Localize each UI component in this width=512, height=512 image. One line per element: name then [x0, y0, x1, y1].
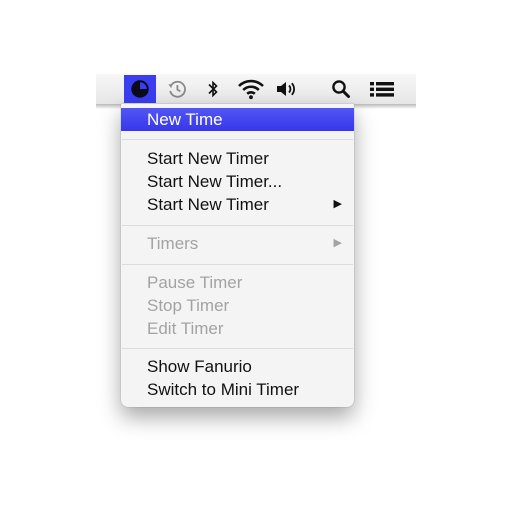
menu-item-label: Stop Timer: [147, 296, 230, 315]
menu-item-show-fanurio[interactable]: Show Fanurio: [121, 355, 354, 378]
menu-separator: [122, 139, 353, 140]
menu-item-label: New Time: [147, 110, 223, 129]
menu-item-start-new-timer-submenu[interactable]: Start New Timer ▶: [121, 193, 354, 216]
fanurio-timer-icon[interactable]: [124, 75, 156, 103]
menu-item-label: Show Fanurio: [147, 357, 252, 376]
menu-item-new-time[interactable]: New Time: [121, 108, 354, 131]
menu-item-start-new-timer[interactable]: Start New Timer: [121, 147, 354, 170]
menu-item-edit-timer[interactable]: Edit Timer: [121, 317, 354, 340]
menu-item-switch-to-mini-timer[interactable]: Switch to Mini Timer: [121, 378, 354, 401]
menu-item-label: Start New Timer: [147, 149, 269, 168]
menu-separator: [122, 264, 353, 265]
wifi-icon[interactable]: [236, 75, 266, 103]
menu-item-label: Edit Timer: [147, 319, 224, 338]
menu-item-pause-timer[interactable]: Pause Timer: [121, 271, 354, 294]
screen: New Time Start New Timer Start New Timer…: [0, 0, 512, 512]
menu-item-label: Start New Timer...: [147, 172, 283, 191]
notification-center-icon[interactable]: [366, 75, 398, 103]
menu-item-label: Switch to Mini Timer: [147, 380, 300, 399]
spotlight-search-icon[interactable]: [330, 75, 352, 103]
fanurio-menu: New Time Start New Timer Start New Timer…: [121, 104, 354, 407]
submenu-arrow-icon: ▶: [333, 198, 342, 210]
menu-item-timers[interactable]: Timers ▶: [121, 232, 354, 255]
menu-item-start-new-timer-dialog[interactable]: Start New Timer...: [121, 170, 354, 193]
menu-item-stop-timer[interactable]: Stop Timer: [121, 294, 354, 317]
volume-icon[interactable]: [274, 75, 298, 103]
menu-item-label: Timers: [147, 234, 199, 253]
menu-separator: [122, 348, 353, 349]
menu-separator: [122, 225, 353, 226]
submenu-arrow-icon: ▶: [333, 237, 342, 249]
menu-item-label: Start New Timer: [147, 195, 269, 214]
bluetooth-icon[interactable]: [203, 75, 223, 103]
time-machine-icon[interactable]: [164, 75, 190, 103]
menu-item-label: Pause Timer: [147, 273, 243, 292]
